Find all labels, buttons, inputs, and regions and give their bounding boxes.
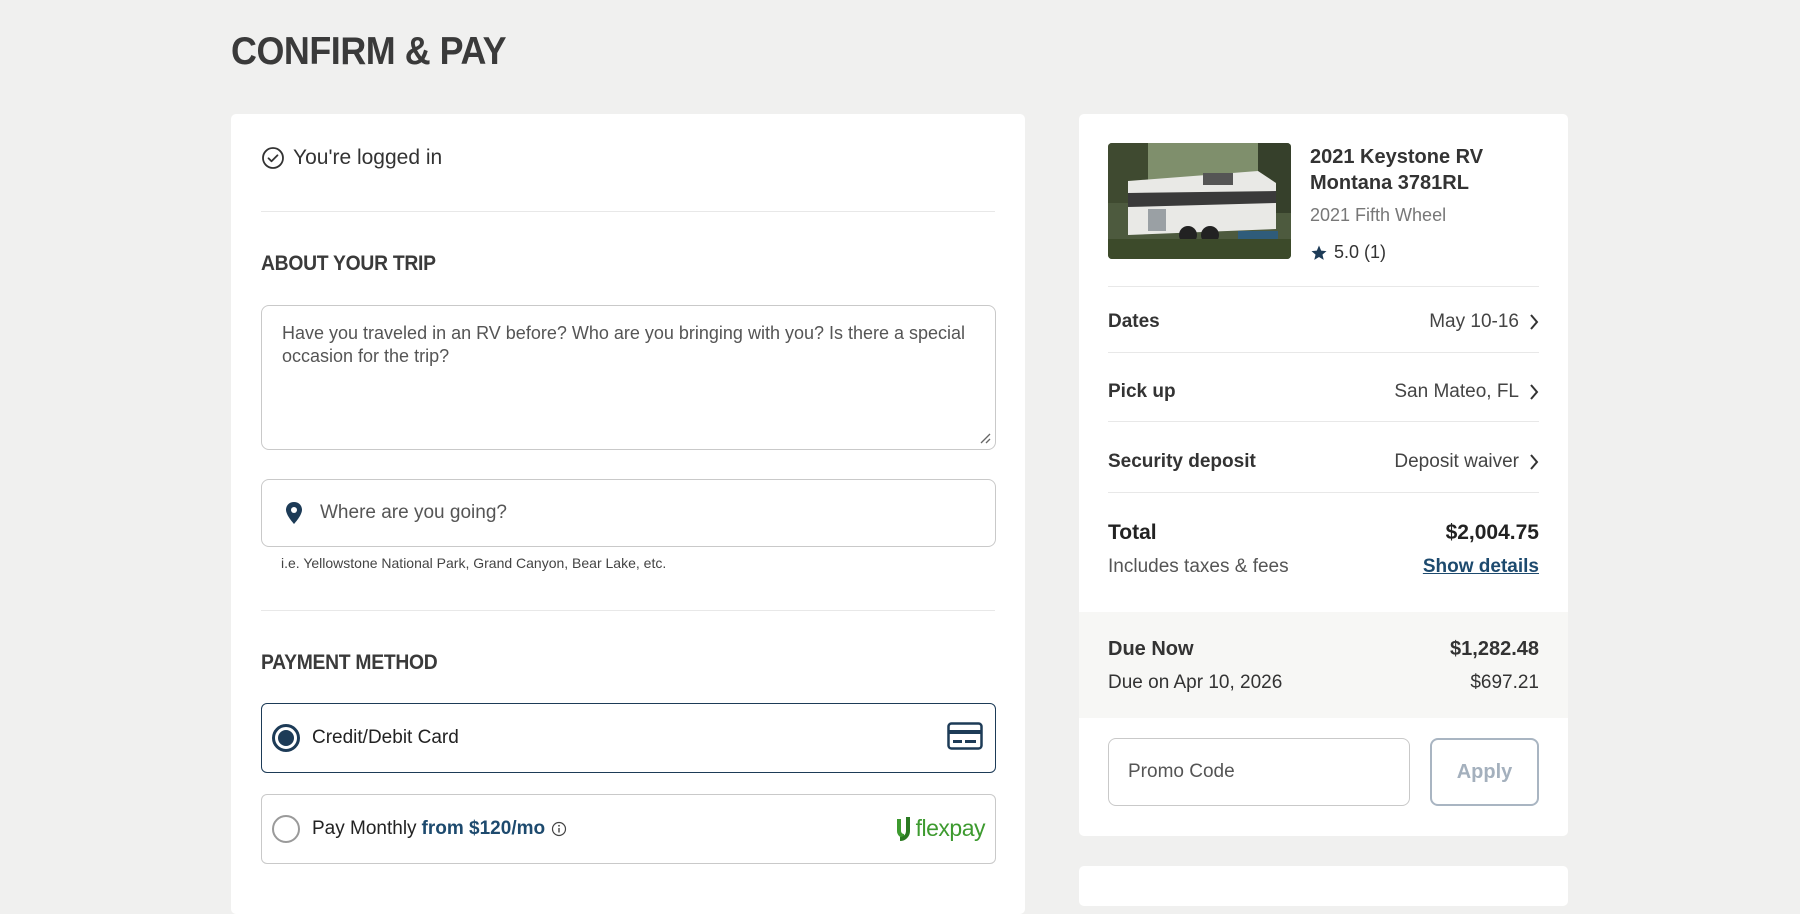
due-section [1079, 612, 1568, 718]
due-now-row: Due Now $1,282.48 [1108, 634, 1539, 664]
summary-row-pickup[interactable]: Pick up San Mateo, FL [1108, 374, 1539, 410]
taxes-row: Includes taxes & fees Show details [1108, 552, 1539, 582]
credit-card-icon [947, 722, 983, 750]
about-trip-heading: ABOUT YOUR TRIP [261, 252, 436, 275]
row-label: Security deposit [1108, 451, 1256, 472]
row-label: Pick up [1108, 381, 1176, 402]
total-row: Total $2,004.75 [1108, 518, 1539, 548]
promo-code-input[interactable] [1108, 738, 1410, 806]
page-title: CONFIRM & PAY [231, 30, 507, 73]
payment-option-label: Credit/Debit Card [312, 727, 459, 748]
row-label: Dates [1108, 311, 1160, 332]
flexpay-logo-text: flexpay [915, 815, 986, 841]
card-radio[interactable] [272, 724, 300, 752]
divider [261, 610, 995, 611]
resize-handle-icon[interactable] [979, 432, 991, 444]
rating-text: 5.0 (1) [1334, 242, 1387, 262]
destination-input[interactable] [318, 501, 962, 525]
divider [1108, 286, 1539, 287]
divider [261, 211, 995, 212]
listing-rating: 5.0 (1) [1310, 242, 1386, 263]
row-value: Deposit waiver [1394, 451, 1539, 473]
summary-row-dates[interactable]: Dates May 10-16 [1108, 304, 1539, 340]
trip-details-card: You're logged in ABOUT YOUR TRIP i.e. Ye… [231, 114, 1025, 914]
rv-photo-image [1108, 143, 1291, 259]
login-status-text: You're logged in [293, 146, 443, 169]
divider [1108, 492, 1539, 493]
summary-row-deposit[interactable]: Security deposit Deposit waiver [1108, 444, 1539, 480]
monthly-price: from $120/mo [421, 818, 546, 839]
divider [1108, 421, 1539, 422]
apply-promo-button[interactable]: Apply [1430, 738, 1539, 806]
show-details-link[interactable]: Show details [1423, 556, 1539, 578]
due-later-label: Due on Apr 10, 2026 [1108, 672, 1283, 693]
taxes-note: Includes taxes & fees [1108, 556, 1289, 577]
payment-option-monthly[interactable]: Pay Monthly from $120/mo flexpay [261, 794, 996, 864]
secondary-card [1079, 866, 1568, 906]
due-later-value: $697.21 [1470, 672, 1539, 693]
due-later-row: Due on Apr 10, 2026 $697.21 [1108, 668, 1539, 698]
total-value: $2,004.75 [1445, 521, 1539, 544]
payment-option-card[interactable]: Credit/Debit Card [261, 703, 996, 773]
flexpay-logo: flexpay [896, 815, 986, 842]
payment-option-label: Pay Monthly [312, 818, 417, 839]
chevron-right-icon [1530, 454, 1539, 470]
destination-field[interactable] [261, 479, 996, 547]
chevron-right-icon [1530, 314, 1539, 330]
booking-summary-card: 2021 Keystone RV Montana 3781RL 2021 Fif… [1079, 114, 1568, 836]
info-icon[interactable] [551, 821, 567, 837]
total-label: Total [1108, 521, 1157, 544]
monthly-radio[interactable] [272, 815, 300, 843]
star-icon [1311, 245, 1327, 260]
trip-notes-textarea[interactable] [261, 305, 996, 450]
payment-method-heading: PAYMENT METHOD [261, 651, 438, 674]
login-status: You're logged in [261, 146, 442, 170]
destination-hint: i.e. Yellowstone National Park, Grand Ca… [281, 555, 667, 571]
chevron-right-icon [1530, 384, 1539, 400]
due-now-value: $1,282.48 [1450, 637, 1539, 660]
divider [1108, 352, 1539, 353]
listing-photo[interactable] [1108, 143, 1291, 259]
row-value: May 10-16 [1429, 311, 1539, 333]
location-pin-icon [286, 502, 302, 524]
flexpay-mark-icon [896, 816, 910, 841]
check-circle-icon [262, 147, 284, 169]
listing-type: 2021 Fifth Wheel [1310, 205, 1447, 225]
row-value: San Mateo, FL [1394, 381, 1539, 403]
due-now-label: Due Now [1108, 637, 1194, 660]
listing-title[interactable]: 2021 Keystone RV Montana 3781RL [1310, 144, 1540, 196]
